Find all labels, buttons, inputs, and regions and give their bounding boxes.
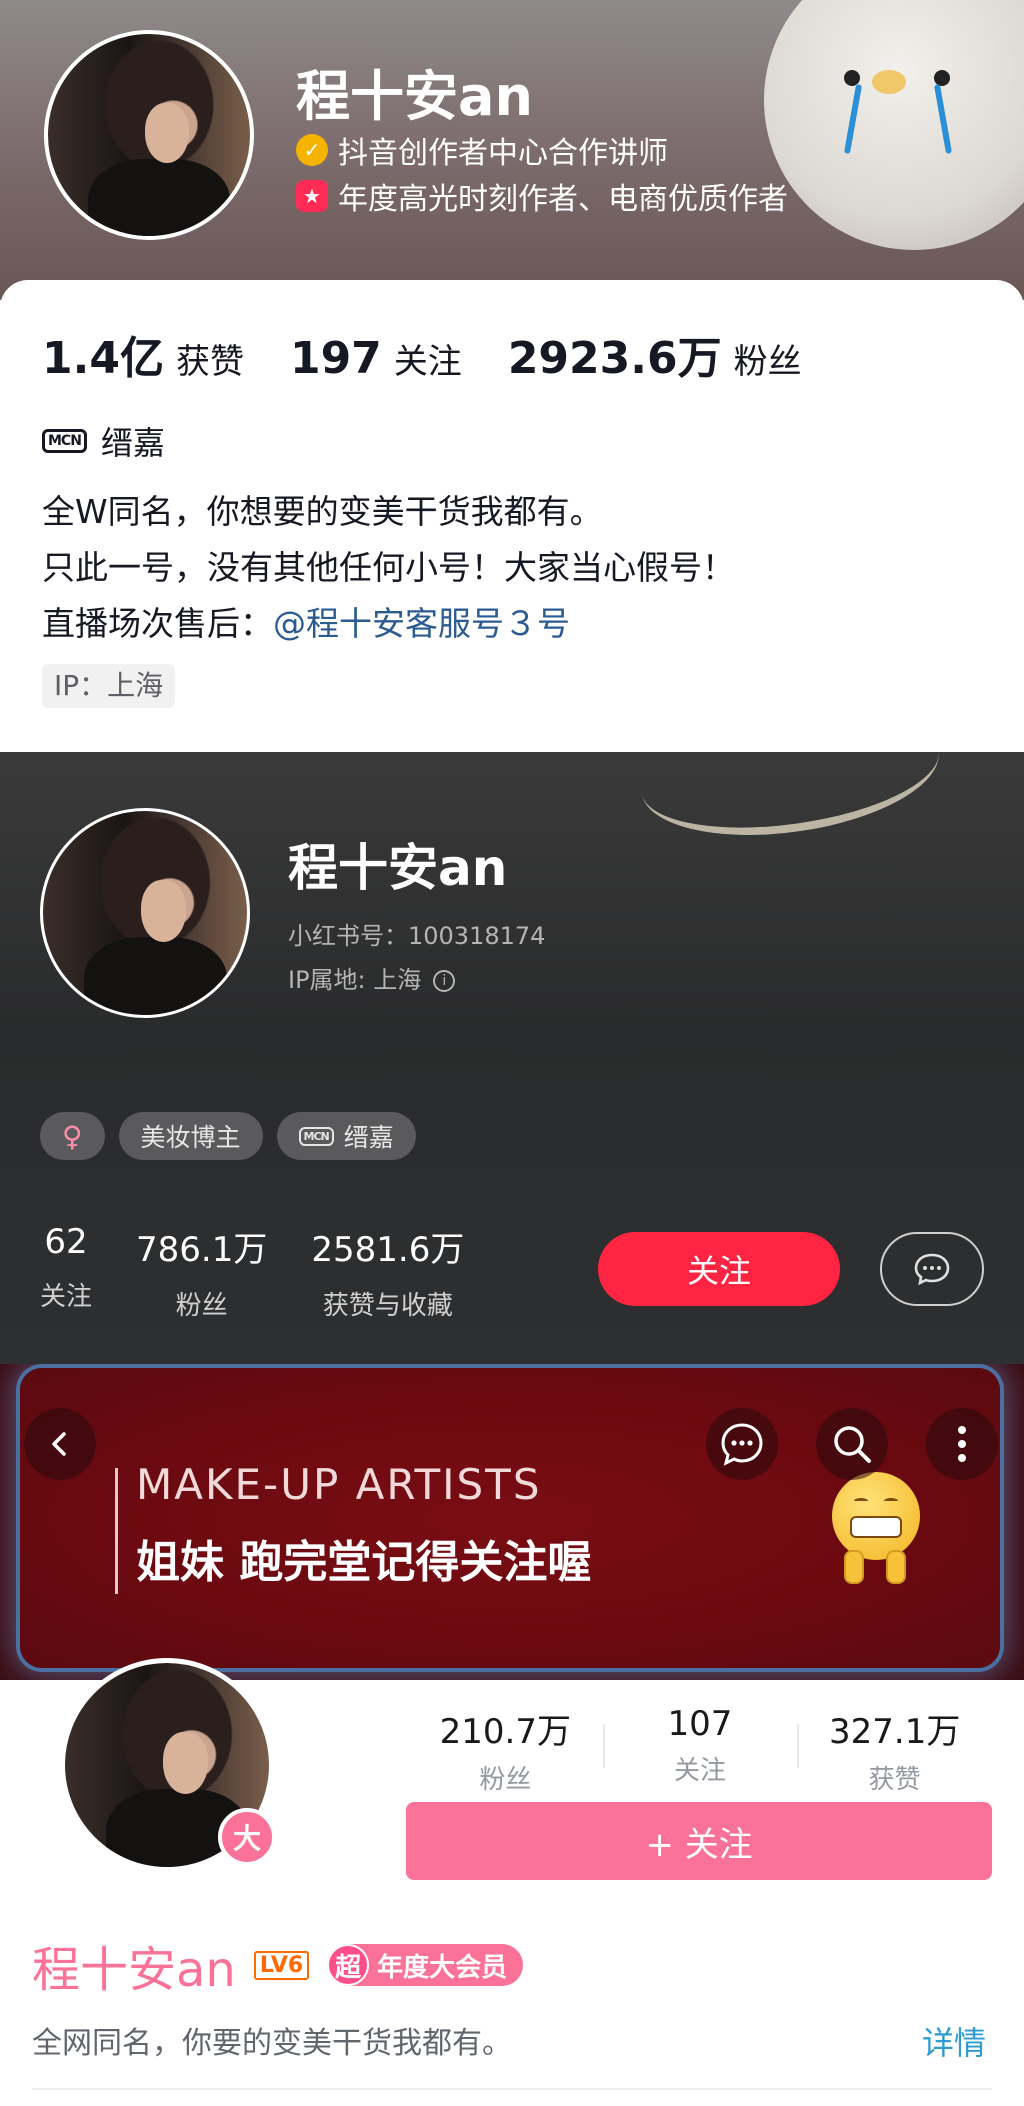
- message-button[interactable]: [880, 1232, 984, 1306]
- profile-name: 程十安an: [288, 839, 508, 897]
- more-button[interactable]: [926, 1408, 998, 1480]
- followers-count: 210.7万: [439, 1712, 571, 1752]
- name-row: 程十安an LV6 超 年度大会员: [32, 1930, 524, 2000]
- ip-location-tag: IP：上海: [42, 664, 176, 708]
- profile-card: 1.4亿 获赞 197 关注 2923.6万 粉丝 MCN 缙嘉 全W同名，你想…: [0, 280, 1024, 752]
- avatar[interactable]: [44, 30, 254, 240]
- service-account-link[interactable]: @程十安客服号３号: [273, 604, 570, 643]
- mcn-row[interactable]: MCN 缙嘉: [42, 418, 165, 464]
- douyin-profile: 程十安an ✓ 抖音创作者中心合作讲师 ★ 年度高光时刻作者、电商优质作者 1.…: [0, 0, 1024, 752]
- star-medal-icon: ★: [296, 180, 328, 212]
- following-label: 关注: [674, 1756, 727, 1786]
- search-icon: [834, 1426, 871, 1463]
- likes-collects-label: 获赞与收藏: [322, 1291, 453, 1321]
- banner-divider: [115, 1468, 118, 1594]
- following-stat[interactable]: 62 关注: [40, 1222, 92, 1322]
- bio-prefix: 直播场次售后：: [42, 604, 273, 643]
- vip-label: 年度大会员: [377, 1952, 508, 1983]
- chevron-left-icon: [52, 1432, 66, 1456]
- mcn-icon: MCN: [298, 1126, 334, 1146]
- cover-image: [633, 752, 947, 853]
- following-label: 关注: [40, 1282, 93, 1312]
- likes-collects-count: 2581.6万: [311, 1230, 465, 1270]
- banner-subtitle: 姐妹 跑完堂记得关注喔: [136, 1537, 592, 1588]
- verified-check-icon: ✓: [296, 134, 328, 166]
- following-count: 62: [44, 1222, 88, 1262]
- likes-count: 327.1万: [829, 1712, 961, 1752]
- stats-row: 210.7万 粉丝 107 关注 327.1万 获赞: [408, 1704, 992, 1795]
- stats-row: 62 关注 786.1万 粉丝 2581.6万 获赞与收藏: [40, 1222, 464, 1322]
- following-label[interactable]: 关注: [394, 334, 462, 383]
- details-link[interactable]: 详情: [922, 2018, 986, 2064]
- level-badge: LV6: [253, 1950, 310, 1980]
- mcn-name: 缙嘉: [343, 1123, 394, 1152]
- mcn-tag[interactable]: MCN 缙嘉: [276, 1112, 416, 1160]
- followers-label[interactable]: 粉丝: [734, 334, 802, 383]
- followers-stat[interactable]: 786.1万 粉丝: [136, 1222, 267, 1322]
- likes-label: 获赞: [868, 1765, 921, 1795]
- vip-badge[interactable]: 超 年度大会员: [327, 1944, 524, 1986]
- followers-stat[interactable]: 210.7万 粉丝: [408, 1704, 603, 1795]
- profile-name: 程十安an: [296, 65, 533, 128]
- xiaohongshu-profile: 程十安an 小红书号：100318174 IP属地: 上海 i ♀ 美妆博主 MC…: [0, 752, 1024, 1364]
- following-stat[interactable]: 107 关注: [602, 1704, 798, 1786]
- avatar[interactable]: [40, 808, 250, 1018]
- creator-badge[interactable]: ✓ 抖音创作者中心合作讲师: [296, 130, 668, 171]
- following-count: 107: [667, 1704, 733, 1744]
- followers-label: 粉丝: [479, 1765, 532, 1795]
- more-vertical-icon: [958, 1426, 966, 1462]
- divider: [32, 2088, 992, 2090]
- account-id: 小红书号：100318174: [288, 922, 546, 950]
- follow-button[interactable]: 关注: [598, 1232, 840, 1306]
- badge-label: 年度高光时刻作者、电商优质作者: [338, 182, 788, 217]
- following-count[interactable]: 197: [290, 333, 382, 384]
- bio: 全W同名，你想要的变美干货我都有。 只此一号，没有其他任何小号！大家当心假号！ …: [42, 484, 735, 652]
- mcn-icon: MCN: [42, 429, 87, 453]
- signature: 全网同名，你要的变美干货我都有。: [32, 2026, 512, 2061]
- banner-title: MAKE-UP ARTISTS: [136, 1460, 542, 1509]
- followers-count: 786.1万: [136, 1230, 268, 1270]
- back-button[interactable]: [24, 1408, 96, 1480]
- cover-image: [764, 0, 1024, 250]
- likes-stat: 327.1万 获赞: [797, 1704, 992, 1795]
- info-icon[interactable]: i: [433, 970, 456, 992]
- badge-label: 抖音创作者中心合作讲师: [338, 136, 668, 171]
- likes-count: 1.4亿: [42, 333, 164, 384]
- message-button[interactable]: [706, 1408, 778, 1480]
- space-banner: MAKE-UP ARTISTS 姐妹 跑完堂记得关注喔: [0, 1364, 1024, 1680]
- bilibili-profile: MAKE-UP ARTISTS 姐妹 跑完堂记得关注喔 大 210.7万 粉丝 …: [0, 1364, 1024, 2106]
- search-button[interactable]: [816, 1408, 888, 1480]
- likes-label: 获赞: [175, 342, 244, 382]
- followers-count[interactable]: 2923.6万: [508, 322, 722, 386]
- super-vip-icon: 超: [327, 1944, 370, 1986]
- honor-badge[interactable]: ★ 年度高光时刻作者、电商优质作者: [296, 176, 788, 217]
- chat-bubble-icon: [721, 1423, 763, 1466]
- follow-button[interactable]: + 关注: [406, 1802, 992, 1880]
- stats-row: 1.4亿 获赞 197 关注 2923.6万 粉丝: [42, 322, 836, 386]
- ip-location: IP属地: 上海 i: [288, 960, 456, 995]
- chat-bubble-icon: [914, 1253, 950, 1286]
- mcn-name: 缙嘉: [100, 424, 165, 462]
- ip-location-text: IP属地: 上海: [288, 966, 422, 994]
- grimace-emoji-icon: [832, 1472, 920, 1584]
- tag-row: ♀ 美妆博主 MCN 缙嘉: [40, 1112, 416, 1160]
- bio-line: 直播场次售后：@程十安客服号３号: [42, 596, 735, 652]
- category-tag: 美妆博主: [118, 1112, 263, 1160]
- likes-collects-stat[interactable]: 2581.6万 获赞与收藏: [311, 1222, 464, 1322]
- big-member-badge: 大: [218, 1808, 276, 1866]
- followers-label: 粉丝: [175, 1291, 228, 1321]
- bio-line: 全W同名，你想要的变美干货我都有。: [42, 492, 603, 531]
- gender-tag: ♀: [40, 1112, 105, 1160]
- profile-name: 程十安an: [32, 1942, 236, 1998]
- female-icon: ♀: [62, 1119, 83, 1153]
- bio-line: 只此一号，没有其他任何小号！大家当心假号！: [42, 548, 735, 587]
